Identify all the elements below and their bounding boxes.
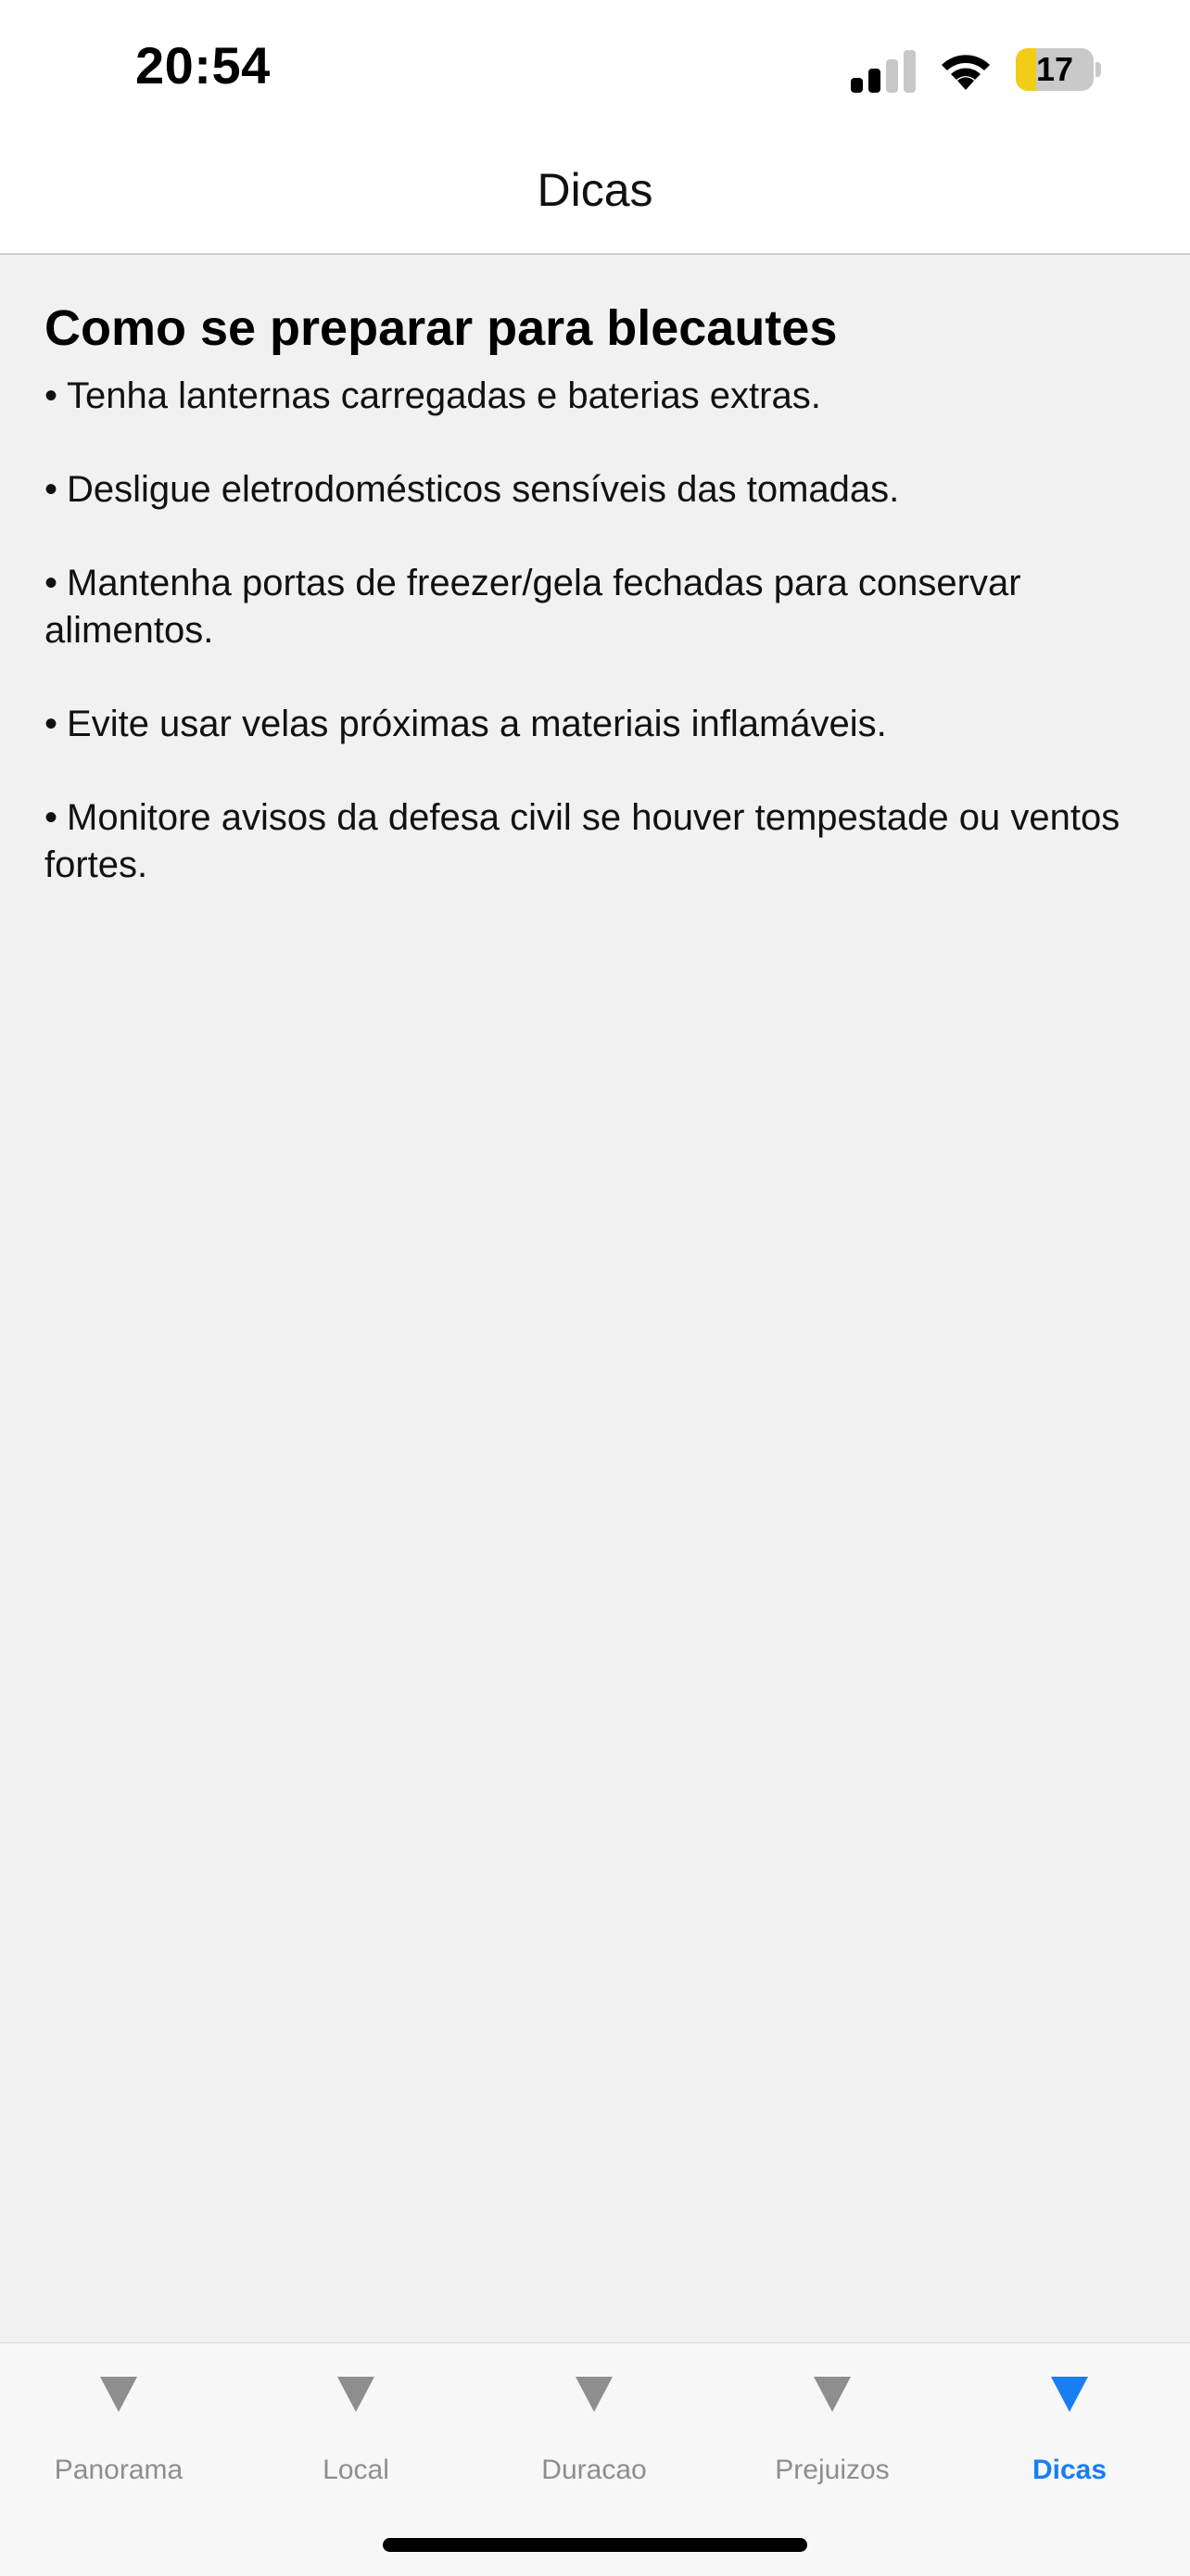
tip-text: Evite usar velas próximas a materiais in… [67,704,887,744]
tab-label: Dicas [1032,2455,1108,2485]
tip-text: Tenha lanternas carregadas e baterias ex… [67,375,821,416]
triangle-down-icon [576,2377,613,2412]
battery-icon: 17 [1016,48,1101,93]
tab-label: Local [323,2455,389,2485]
cellular-signal-icon [851,48,916,93]
tab-duracao[interactable]: Duracao [475,2343,713,2529]
bullet-icon: • [44,375,58,416]
status-icons: 17 [851,43,1101,98]
wifi-icon [942,55,990,90]
triangle-down-icon [337,2377,374,2412]
status-time: 20:54 [135,36,271,95]
status-bar: 20:54 17 [0,0,1190,139]
tab-label: Panorama [54,2455,184,2485]
home-indicator[interactable] [383,2538,807,2552]
tip-text: Desligue eletrodomésticos sensíveis das … [67,469,900,510]
tab-prejuizos[interactable]: Prejuizos [714,2343,951,2529]
battery-level: 17 [1035,50,1074,88]
tip-item: • Desligue eletrodomésticos sensíveis das… [44,466,1147,514]
tip-item: • Evite usar velas próximas a materiais i… [44,701,1147,748]
triangle-down-icon [100,2377,137,2412]
tab-label: Duracao [541,2455,647,2485]
navigation-bar: Dicas [0,139,1190,255]
tip-item: • Mantenha portas de freezer/gela fechada… [44,560,1147,654]
triangle-down-icon [1051,2377,1088,2412]
tip-text: Monitore avisos da defesa civil se houve… [44,797,1120,885]
tip-text: Mantenha portas de freezer/gela fechadas… [44,563,1021,651]
triangle-down-icon [814,2377,851,2412]
bullet-icon: • [44,704,58,744]
tips-list: • Tenha lanternas carregadas e baterias e… [44,373,1147,889]
tab-dicas[interactable]: Dicas [951,2343,1188,2529]
page-title: Dicas [537,164,653,216]
tab-label: Prejuizos [775,2455,890,2485]
tip-item: • Tenha lanternas carregadas e baterias e… [44,373,1147,420]
bullet-icon: • [44,469,58,510]
section-title: Como se preparar para blecautes [44,300,838,356]
tips-content: Como se preparar para blecautes • Tenha l… [44,297,1147,935]
tab-panorama[interactable]: Panorama [0,2343,237,2529]
bullet-icon: • [44,563,58,603]
tab-local[interactable]: Local [237,2343,475,2529]
tip-item: • Monitore avisos da defesa civil se houv… [44,794,1147,889]
bullet-icon: • [44,797,58,838]
